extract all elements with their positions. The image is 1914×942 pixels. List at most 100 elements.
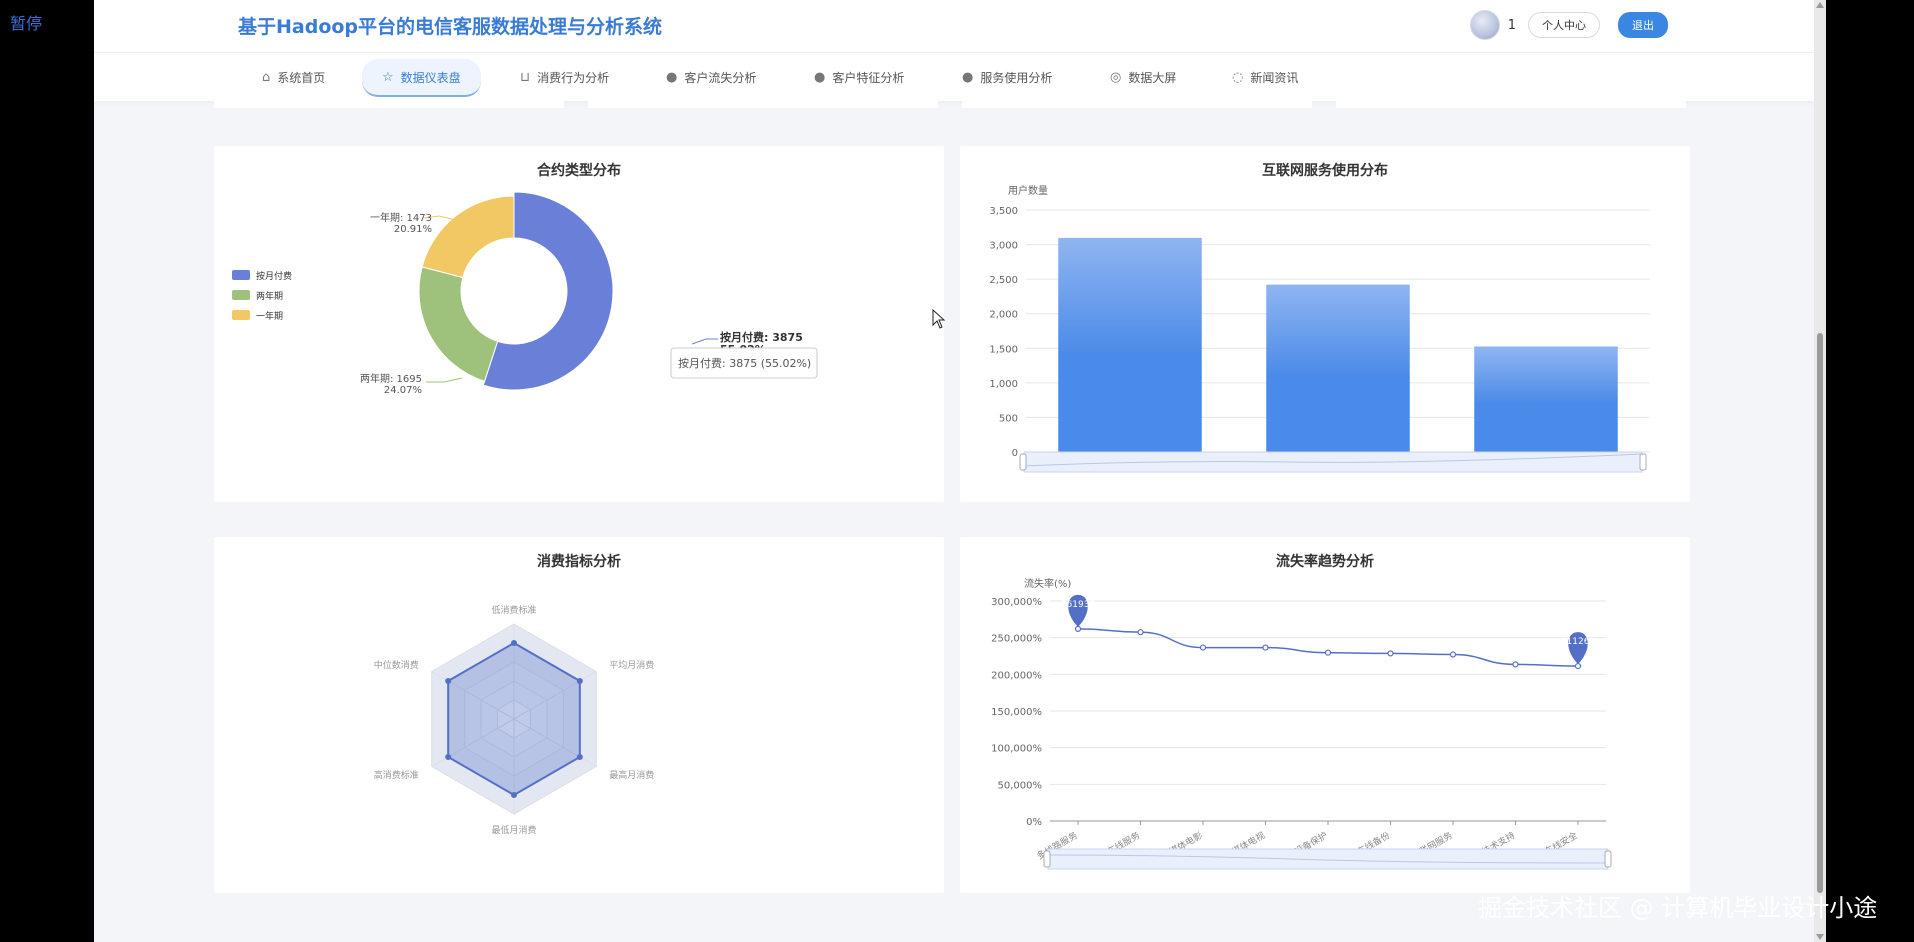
series-point (1137, 629, 1144, 636)
avatar[interactable] (1469, 10, 1500, 40)
datazoom-handle-right[interactable] (1639, 453, 1647, 471)
consumption-radar-chart: 低消费标准平均月消费最高月消费最低月消费 高消费标准 中位数消费 (374, 604, 655, 836)
info-icon: ● (962, 69, 974, 85)
series-point (1324, 649, 1332, 656)
legend-label: 一年期 (256, 310, 283, 322)
legend-label: 两年期 (256, 290, 283, 302)
radar-indicator-label: 低消费标准 (491, 604, 536, 616)
bar (1058, 237, 1202, 452)
app-window: 基于Hadoop平台的电信客服数据处理与分析系统 1 个人中心 退出 ⌂ 系统首… (94, 0, 1814, 942)
nav-label: 数据大屏 (1128, 70, 1177, 85)
y-axis-label: 流失率(%) (1024, 577, 1071, 590)
header: 基于Hadoop平台的电信客服数据处理与分析系统 1 个人中心 退出 (94, 0, 1814, 52)
y-tick-label: 250,000% (991, 634, 1042, 645)
radar-indicator-label: 平均月消费 (609, 659, 654, 671)
nav-item-consumption[interactable]: ⊔ 消费行为分析 (520, 59, 609, 95)
username: 1 (1507, 17, 1516, 33)
nav-item-dashboard[interactable]: ☆ 数据仪表盘 (362, 59, 481, 97)
stat-card-stub (588, 100, 938, 108)
churn-line-chart: 流失率(%) 0% 50,000% 100,000% 150,000% 200,000%… (991, 577, 1612, 870)
series-point (1199, 644, 1207, 651)
y-tick-label: 500 (999, 413, 1018, 424)
radar-point (511, 640, 517, 646)
stat-card-stub (962, 100, 1312, 108)
radar-point (511, 792, 517, 798)
bag-icon: ⊔ (520, 69, 531, 85)
markpoint-label: 211260 (1561, 637, 1596, 647)
datazoom-slider[interactable] (1043, 848, 1612, 870)
home-icon: ⌂ (262, 69, 271, 85)
series-point (1074, 625, 1082, 633)
datazoom-handle-left[interactable] (1019, 453, 1027, 471)
y-tick-label: 150,000% (991, 707, 1042, 718)
markpoint-label: 261938 (1061, 600, 1096, 610)
contract-chart-card: 合约类型分布 按月付费 两年期 一年期 一年期: 1473 20.91% 两年期: … (214, 146, 944, 502)
help-icon: ● (814, 69, 826, 85)
radar-indicator-label: 最高月消费 (609, 769, 654, 781)
pie-label-oneyear: 一年期: 1473 (370, 211, 432, 224)
scroll-down-icon[interactable] (1816, 934, 1824, 940)
churn-chart-card: 流失率趋势分析 流失率(%) 0% 50,000% 100,000% 150,000%… (960, 537, 1690, 893)
legend-swatch (232, 270, 250, 280)
tooltip-text: 按月付费: 3875 (55.02%) (678, 356, 811, 370)
nav-label: 服务使用分析 (980, 70, 1053, 85)
series-point (1512, 661, 1519, 668)
nav-item-features[interactable]: ● 客户特征分析 (814, 59, 904, 95)
pie-label-monthly: 按月付费: 3875 (720, 330, 803, 344)
pie-slice (421, 195, 515, 279)
datazoom-handle-left[interactable] (1043, 850, 1051, 868)
contract-pie-chart: 按月付费两年期一年期 一年期: 1473 20.91% 两年期: 1695 24… (232, 191, 818, 396)
nav-item-bigscreen[interactable]: ◎ 数据大屏 (1110, 59, 1176, 95)
pie-label-twoyear-pct: 24.07% (384, 385, 422, 396)
y-tick-label: 3,000 (989, 241, 1018, 252)
chart-tooltip: 按月付费: 3875 (55.02%) (670, 347, 818, 379)
series-point (1574, 662, 1582, 670)
y-axis-label: 用户数量 (1008, 184, 1048, 197)
datazoom-track[interactable] (1047, 848, 1609, 870)
pie-label-twoyear: 两年期: 1695 (360, 372, 422, 385)
radar-indicator-label: 最低月消费 (491, 824, 536, 836)
y-tick-label: 50,000% (998, 780, 1043, 791)
legend-swatch (232, 310, 250, 320)
datazoom-handle-right[interactable] (1604, 850, 1612, 868)
page-scrollbar[interactable] (1814, 0, 1826, 942)
datazoom-slider[interactable] (1019, 451, 1647, 473)
nav-label: 系统首页 (277, 70, 326, 85)
radar-point (445, 678, 452, 684)
internet-chart-card: 互联网服务使用分布 用户数量 0 500 1,000 1,500 2,000 2,500 3… (960, 146, 1690, 502)
radar-indicator-label: 高消费标准 (374, 769, 419, 781)
nav-item-home[interactable]: ⌂ 系统首页 (262, 59, 325, 95)
nav-label: 客户流失分析 (684, 70, 757, 85)
radar-point (576, 754, 583, 760)
y-tick-label: 2,000 (989, 310, 1018, 321)
scroll-up-icon[interactable] (1816, 2, 1824, 8)
y-tick-label: 3,500 (989, 206, 1018, 217)
nav-item-news[interactable]: ◌ 新闻资讯 (1232, 59, 1298, 95)
radar-point (445, 754, 452, 760)
watermark: 掘金技术社区 @ 计算机毕业设计小途 (1478, 894, 1878, 922)
series-point (1387, 650, 1394, 657)
radar-point (576, 678, 583, 684)
pie-label-oneyear-pct: 20.91% (394, 224, 432, 235)
nav-item-service[interactable]: ● 服务使用分析 (962, 59, 1052, 95)
stat-card-stub (214, 100, 564, 108)
internet-bar-chart: 用户数量 05001,0001,5002,0002,5003,0003,500 … (989, 184, 1650, 473)
profile-button[interactable]: 个人中心 (1528, 12, 1600, 38)
nav-item-churn[interactable]: ● 客户流失分析 (666, 59, 756, 95)
legend-swatch (232, 290, 250, 300)
y-tick-label: 200,000% (991, 670, 1042, 681)
y-tick-label: 100,000% (991, 744, 1042, 755)
scrollbar-thumb[interactable] (1817, 333, 1823, 893)
logout-button[interactable]: 退出 (1618, 12, 1668, 38)
series-line (1077, 628, 1579, 667)
consumption-chart-card: 消费指标分析 低消费标准 平均月消费 最高月消费 最低月消费 高消费标准 中位数消费 (214, 537, 944, 893)
label-line (426, 377, 463, 383)
star-icon: ☆ (382, 69, 394, 85)
stat-card-stub (1336, 100, 1686, 108)
screen-icon: ◎ (1110, 69, 1122, 85)
bar (1474, 346, 1618, 452)
y-tick-label: 1,000 (989, 379, 1018, 390)
legend-label: 按月付费 (256, 270, 292, 282)
bar (1266, 284, 1410, 452)
series-point (1449, 651, 1457, 658)
